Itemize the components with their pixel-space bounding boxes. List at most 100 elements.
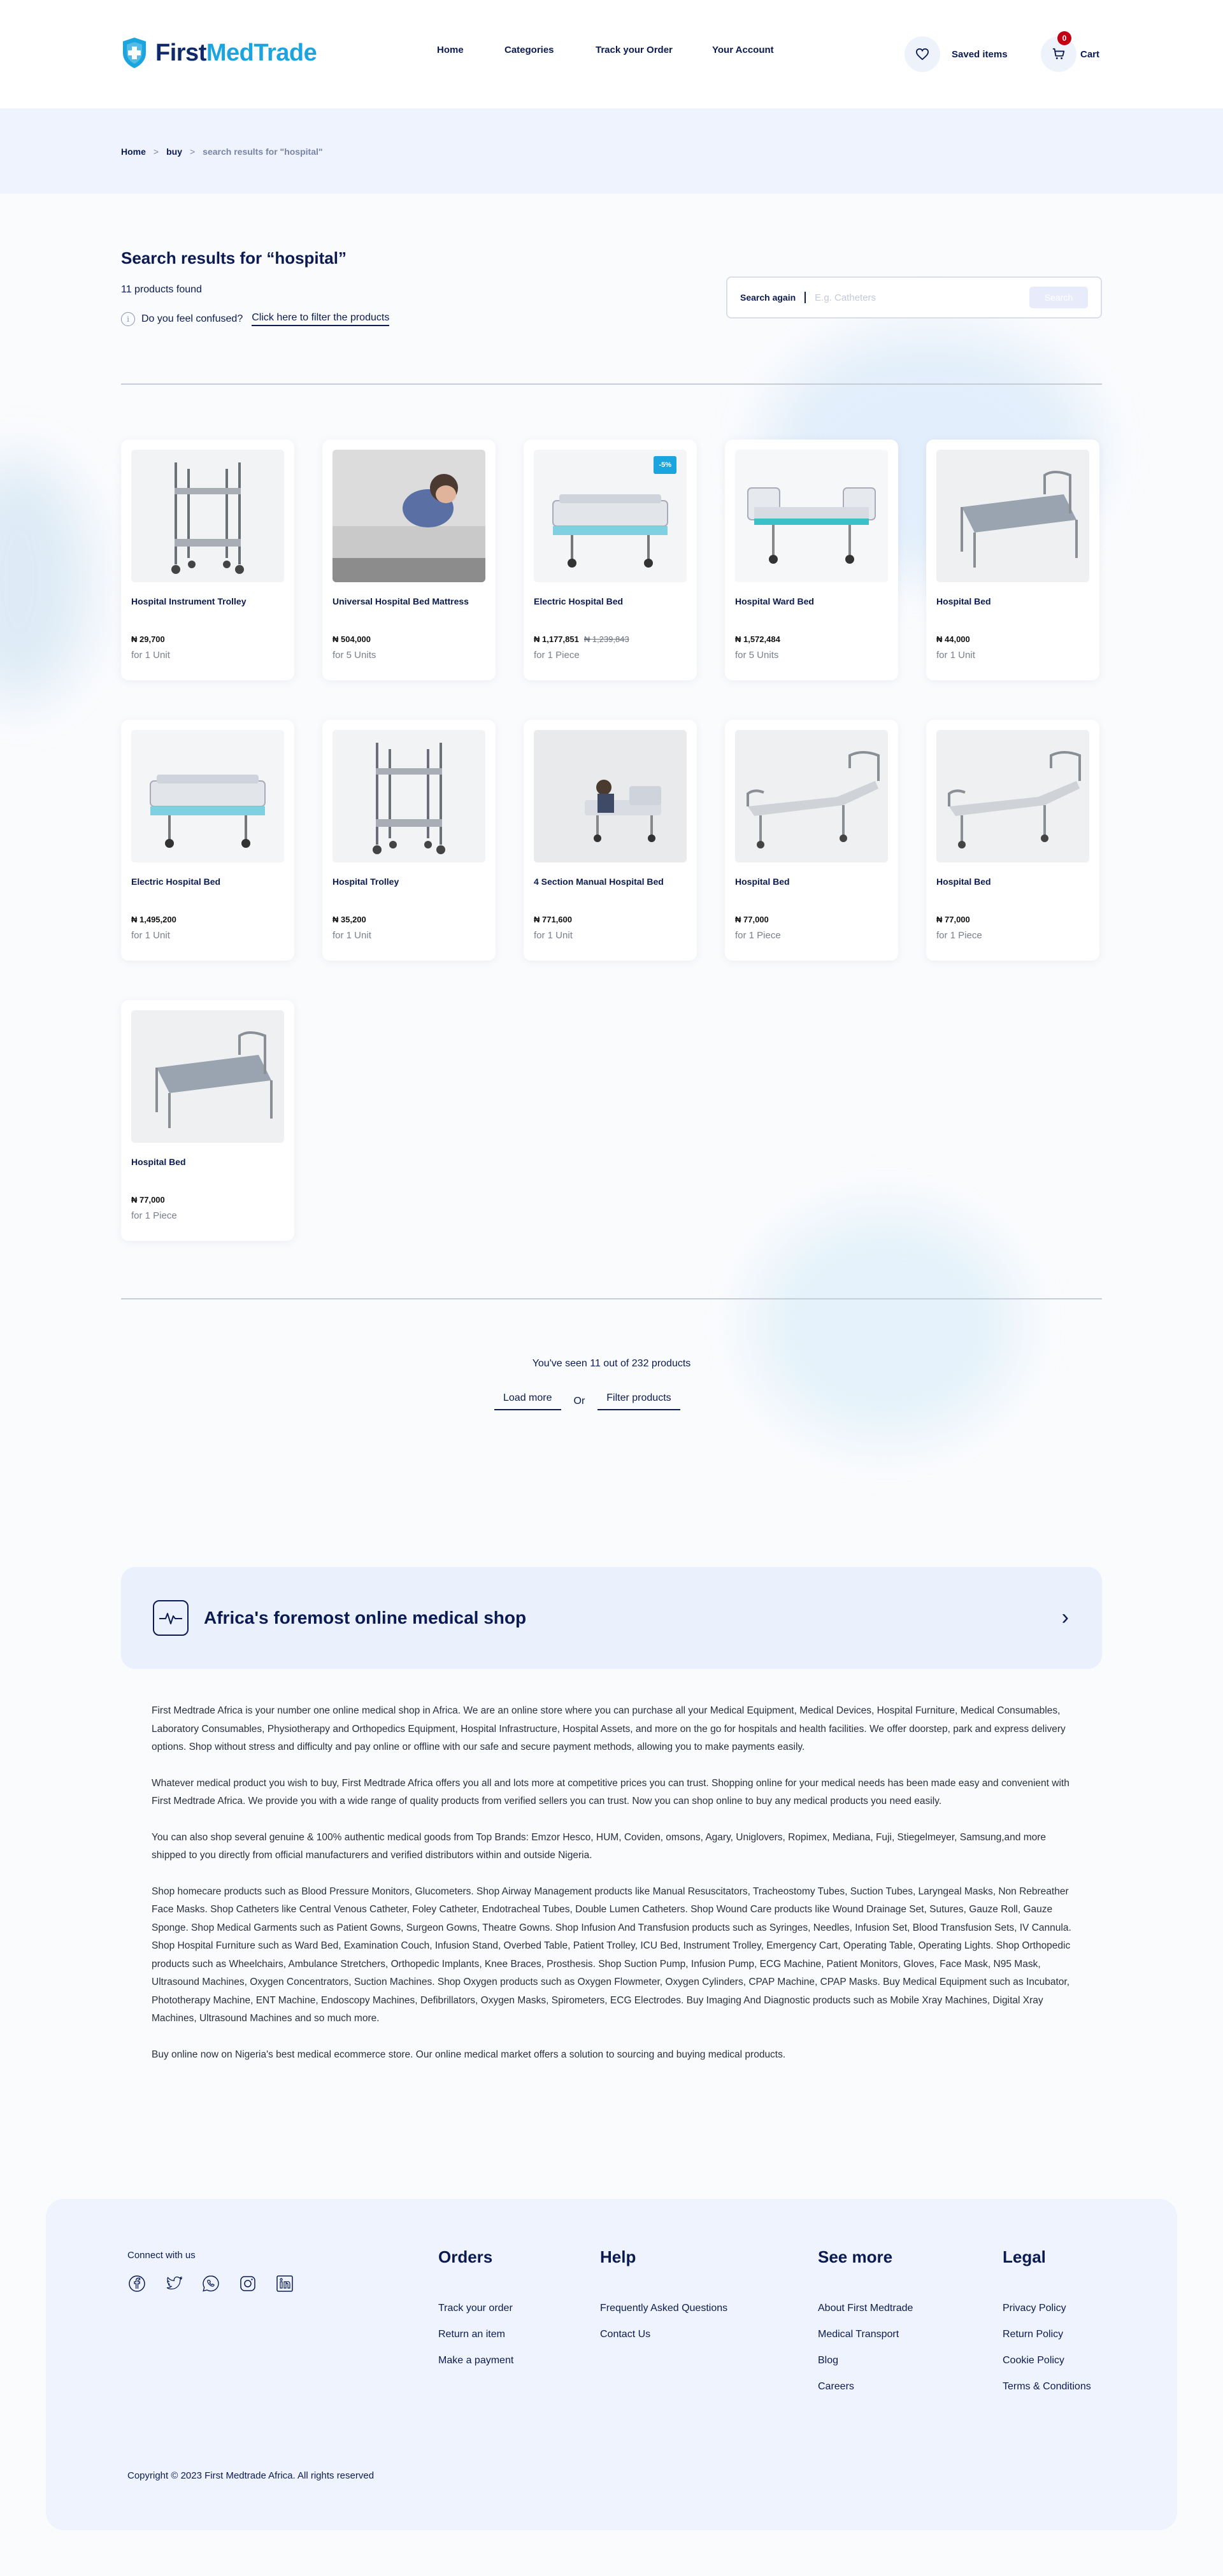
products-seen-text: You've seen 11 out of 232 products — [532, 1358, 691, 1369]
cart-button[interactable]: 0 Cart — [1041, 31, 1100, 72]
price-value: ₦ 1,572,484 — [735, 634, 780, 644]
linkedin-icon[interactable] — [275, 2274, 294, 2293]
heart-icon — [915, 48, 929, 61]
nav-account[interactable]: Your Account — [712, 45, 774, 55]
product-unit: for 5 Units — [333, 650, 376, 661]
product-card[interactable]: Hospital Ward Bed ₦ 1,572,484 for 5 Units — [725, 440, 898, 680]
product-price: ₦ 77,000 — [936, 915, 970, 924]
footer-link[interactable]: Blog — [818, 2355, 913, 2366]
product-unit: for 1 Unit — [131, 650, 170, 661]
about-banner-title: Africa's foremost online medical shop — [204, 1608, 527, 1628]
search-again-box: Search again Search — [726, 276, 1102, 318]
filter-products-link[interactable]: Click here to filter the products — [252, 312, 390, 326]
search-input[interactable] — [815, 292, 1029, 303]
product-image[interactable] — [534, 730, 687, 862]
nav-categories[interactable]: Categories — [504, 45, 554, 55]
saved-items-button[interactable]: Saved items — [905, 36, 1008, 72]
footer-link[interactable]: Privacy Policy — [1003, 2303, 1091, 2314]
breadcrumb-buy[interactable]: buy — [166, 147, 182, 157]
product-image[interactable] — [735, 730, 888, 862]
price-value: ₦ 77,000 — [735, 915, 769, 924]
product-name[interactable]: Hospital Bed — [936, 877, 1089, 887]
chevron-right-icon: › — [1061, 1605, 1069, 1629]
product-image[interactable] — [131, 450, 284, 582]
product-image[interactable] — [131, 730, 284, 862]
footer-link[interactable]: Cookie Policy — [1003, 2355, 1091, 2366]
results-count: 11 products found — [121, 284, 202, 295]
product-card[interactable]: Hospital Bed ₦ 77,000 for 1 Piece — [725, 720, 898, 961]
product-image[interactable]: -5% — [534, 450, 687, 582]
cart-label: Cart — [1080, 48, 1100, 60]
product-card[interactable]: Hospital Bed ₦ 77,000 for 1 Piece — [121, 1000, 294, 1241]
footer-col-orders: Orders Track your order Return an item M… — [438, 2247, 513, 2381]
product-card[interactable]: 4 Section Manual Hospital Bed ₦ 771,600 fo… — [524, 720, 697, 961]
product-image[interactable] — [735, 450, 888, 582]
instagram-icon[interactable] — [238, 2274, 257, 2293]
nav-home[interactable]: Home — [437, 45, 464, 55]
product-name[interactable]: Hospital Bed — [131, 1157, 284, 1167]
product-image[interactable] — [333, 730, 485, 862]
product-name[interactable]: 4 Section Manual Hospital Bed — [534, 877, 687, 887]
pagination-actions: Load more Or Filter products — [494, 1392, 680, 1410]
brand-logo[interactable]: FirstMedTrade — [121, 36, 317, 69]
product-price: ₦ 44,000 — [936, 634, 970, 644]
footer-link[interactable]: Make a payment — [438, 2355, 513, 2366]
about-text: First Medtrade Africa is your number one… — [152, 1702, 1071, 2082]
footer-link[interactable]: Track your order — [438, 2303, 513, 2314]
breadcrumb-home[interactable]: Home — [121, 147, 146, 157]
product-card[interactable]: Hospital Bed ₦ 77,000 for 1 Piece — [926, 720, 1099, 961]
page-title: Search results for “hospital” — [121, 248, 347, 268]
price-value: ₦ 77,000 — [936, 915, 970, 924]
product-image[interactable] — [333, 450, 485, 582]
divider-bottom — [121, 1298, 1102, 1299]
footer-link[interactable]: Return Policy — [1003, 2329, 1091, 2340]
load-more-button[interactable]: Load more — [494, 1392, 561, 1410]
product-image[interactable] — [936, 730, 1089, 862]
product-name[interactable]: Hospital Trolley — [333, 877, 485, 887]
product-name[interactable]: Universal Hospital Bed Mattress — [333, 596, 485, 606]
saved-icon-wrap — [905, 36, 940, 72]
product-card[interactable]: Hospital Trolley ₦ 35,200 for 1 Unit — [322, 720, 496, 961]
product-card[interactable]: -5% Electric Hospital Bed ₦ 1,177,851 ₦ 1,2… — [524, 440, 697, 680]
footer-link[interactable]: Return an item — [438, 2329, 513, 2340]
info-icon: i — [121, 312, 135, 326]
discount-badge: -5% — [654, 456, 676, 474]
product-name[interactable]: Hospital Instrument Trolley — [131, 596, 284, 606]
facebook-icon[interactable] — [127, 2274, 147, 2293]
search-button[interactable]: Search — [1029, 287, 1088, 308]
cart-count-badge: 0 — [1057, 31, 1071, 45]
filter-products-button[interactable]: Filter products — [597, 1392, 680, 1410]
product-price: ₦ 29,700 — [131, 634, 165, 644]
footer-link[interactable]: Careers — [818, 2381, 913, 2393]
footer-link[interactable]: Frequently Asked Questions — [600, 2303, 727, 2314]
footer-link[interactable]: Medical Transport — [818, 2329, 913, 2340]
search-divider — [805, 292, 806, 303]
product-price: ₦ 77,000 — [735, 915, 769, 924]
footer-link[interactable]: Contact Us — [600, 2329, 727, 2340]
footer-heading: Orders — [438, 2247, 493, 2266]
copyright: Copyright © 2023 First Medtrade Africa. … — [127, 2470, 375, 2481]
footer-link[interactable]: Terms & Conditions — [1003, 2381, 1091, 2393]
footer-heading: Help — [600, 2247, 636, 2266]
product-price: ₦ 771,600 — [534, 915, 572, 924]
saved-items-label: Saved items — [952, 48, 1008, 60]
product-card[interactable]: Hospital Instrument Trolley ₦ 29,700 for 1… — [121, 440, 294, 680]
twitter-icon[interactable] — [164, 2274, 183, 2293]
product-name[interactable]: Electric Hospital Bed — [534, 596, 687, 606]
divider-top — [121, 383, 1102, 385]
product-name[interactable]: Hospital Ward Bed — [735, 596, 888, 606]
site-header: FirstMedTrade Home Categories Track your… — [0, 0, 1223, 108]
nav-track-order[interactable]: Track your Order — [596, 45, 673, 55]
product-card[interactable]: Electric Hospital Bed ₦ 1,495,200 for 1 Un… — [121, 720, 294, 961]
product-name[interactable]: Electric Hospital Bed — [131, 877, 284, 887]
product-price: ₦ 77,000 — [131, 1195, 165, 1205]
product-image[interactable] — [131, 1010, 284, 1143]
whatsapp-icon[interactable] — [201, 2274, 220, 2293]
product-image[interactable] — [936, 450, 1089, 582]
product-card[interactable]: Universal Hospital Bed Mattress ₦ 504,000… — [322, 440, 496, 680]
product-name[interactable]: Hospital Bed — [936, 596, 1089, 606]
footer-link[interactable]: About First Medtrade — [818, 2303, 913, 2314]
product-name[interactable]: Hospital Bed — [735, 877, 888, 887]
about-banner[interactable]: Africa's foremost online medical shop › — [121, 1567, 1102, 1669]
product-card[interactable]: Hospital Bed ₦ 44,000 for 1 Unit — [926, 440, 1099, 680]
